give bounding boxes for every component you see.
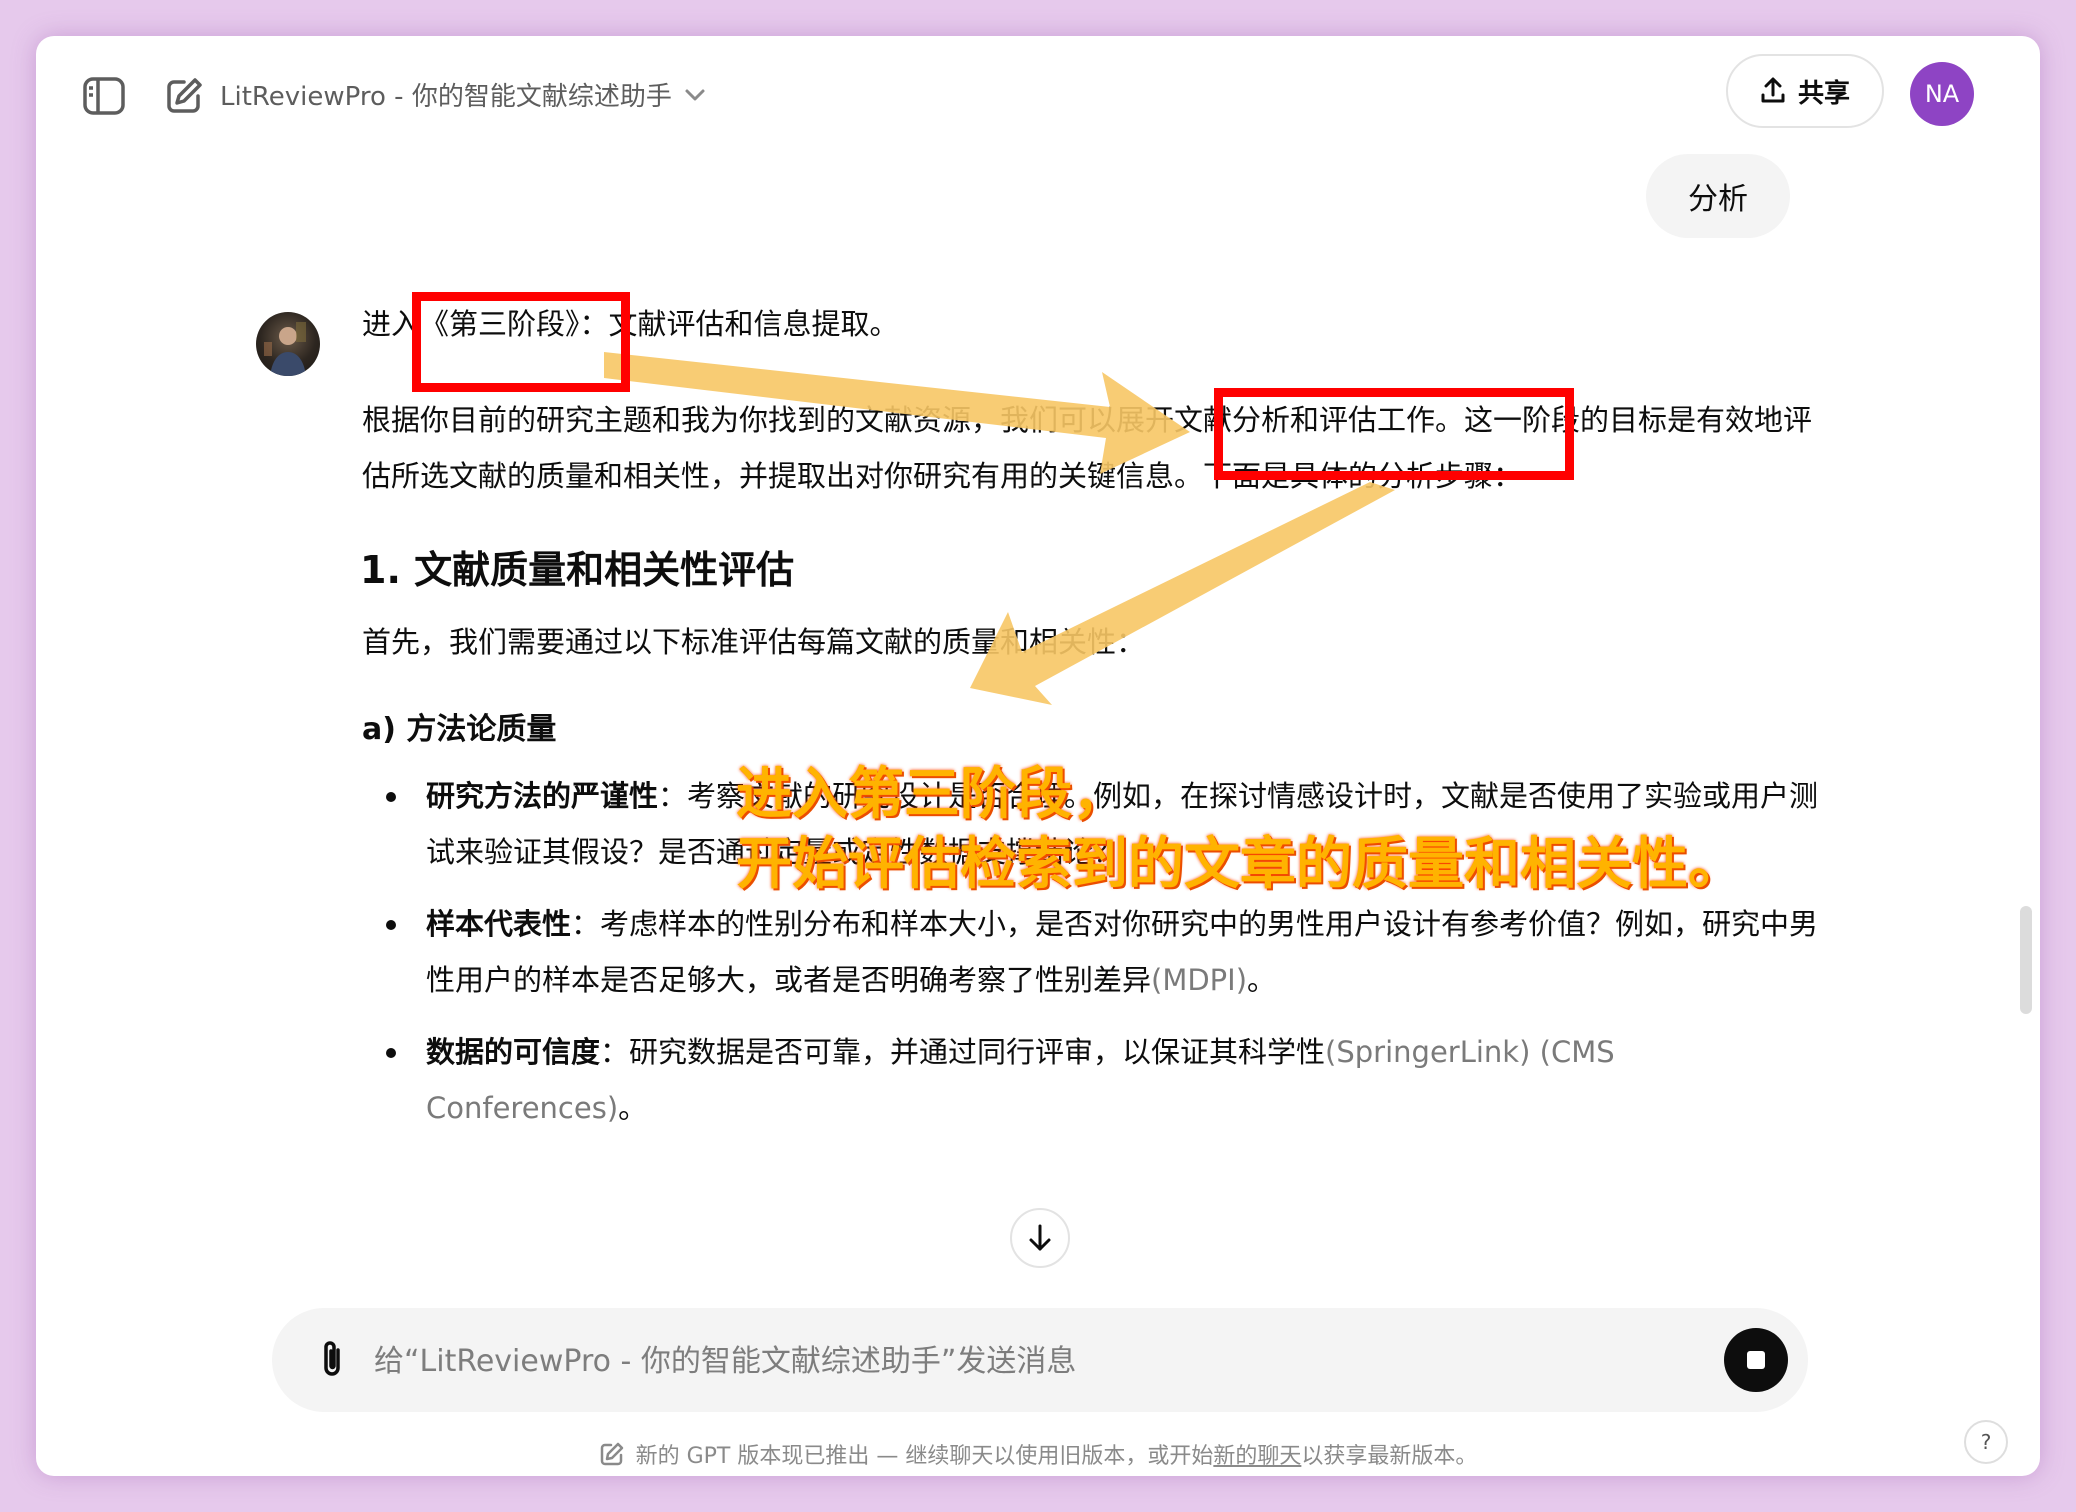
highlight-box-analysis	[1214, 388, 1574, 480]
caption-line-1: 进入第三阶段，	[736, 762, 1128, 827]
annotation-arrow-right	[604, 352, 1190, 474]
caption-line-2: 开始评估检索到的文章的质量和相关性。	[736, 832, 1744, 897]
highlight-box-stage	[412, 292, 630, 392]
annotation-arrows	[604, 352, 1395, 705]
annotation-caption: 进入第三阶段， 开始评估检索到的文章的质量和相关性。	[736, 760, 1744, 900]
annotation-arrow-left	[970, 482, 1395, 705]
